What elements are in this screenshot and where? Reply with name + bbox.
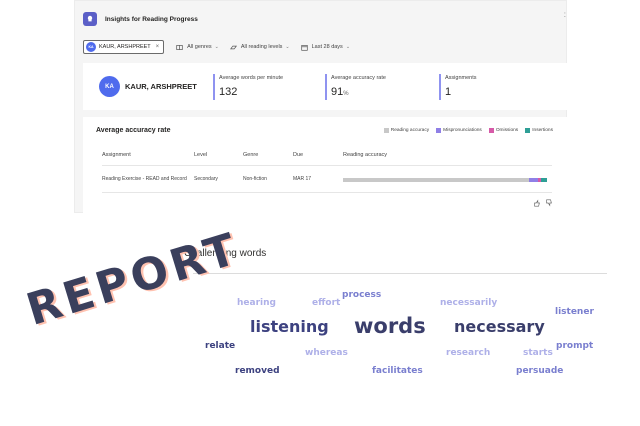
column-header-level[interactable]: Level [194,152,207,158]
legend-swatch [436,128,442,133]
date-range-filter-label: Last 28 days [311,44,343,50]
reading-accuracy-bar [343,178,547,182]
reading-level-filter[interactable]: All reading levels ⌄ [229,44,290,51]
books-icon [176,44,183,50]
metric-label: Average words per minute [219,75,284,81]
word-cloud-word: words [354,314,426,338]
cell-assignment: Reading Exercise - READ and Record [102,176,187,182]
cell-level: Secondary [194,176,218,182]
column-header-assignment[interactable]: Assignment [102,152,131,158]
metric-accuracy-rate: Average accuracy rate 91% [325,74,386,100]
legend-item: Reading accuracy [383,128,429,133]
word-cloud-word: listening [250,317,329,336]
metric-words-per-minute: Average words per minute 132 [213,74,283,100]
student-chip-name: KAUR, ARSHPREET [99,44,151,50]
legend-item: Omissions [488,128,518,133]
genre-filter[interactable]: All genres ⌄ [176,44,219,51]
word-cloud-word: hearing [237,298,276,308]
app-header: Insights for Reading Progress [83,11,198,27]
filter-bar: KA KAUR, ARSHPREET × All genres ⌄ All re… [83,39,361,55]
metric-label: Average accuracy rate [331,75,386,81]
chevron-down-icon: ⌄ [285,44,290,50]
chevron-down-icon: ⌄ [214,44,219,50]
date-range-filter[interactable]: Last 28 days ⌄ [300,44,351,51]
genre-filter-label: All genres [187,44,212,50]
app-title: Insights for Reading Progress [105,15,198,23]
insights-panel: Insights for Reading Progress : KA KAUR,… [74,0,567,213]
thumbs-down-icon[interactable] [545,199,553,207]
student-name: KAUR, ARSHPREET [125,82,197,91]
accuracy-card: Average accuracy rate Reading accuracy M… [83,117,567,213]
close-icon[interactable]: × [156,44,160,50]
calendar-icon [300,44,308,51]
column-header-genre[interactable]: Genre [243,152,258,158]
student-filter-chip[interactable]: KA KAUR, ARSHPREET × [83,40,165,54]
metric-value: 1 [445,86,452,98]
metric-label: Assignments [445,75,477,81]
insights-app-icon [83,12,97,26]
legend: Reading accuracy Mispronunciations Omiss… [377,128,553,133]
bar-segment-mispronunciations [528,178,538,182]
word-cloud-word: prompt [556,341,594,351]
word-cloud-word: process [342,290,382,300]
divider [102,165,552,166]
student-summary-card: KA KAUR, ARSHPREET Average words per min… [83,63,567,110]
metric-assignments: Assignments 1 [439,74,477,100]
feedback [529,199,553,207]
student-avatar: KA [86,42,96,52]
divider [102,192,552,193]
legend-item: Mispronunciations [436,128,482,133]
metric-value: 91% [331,86,349,98]
word-cloud-word: persuade [516,366,564,376]
word-cloud-word: effort [312,298,341,308]
word-cloud-word: research [446,348,491,358]
legend-swatch [383,128,389,133]
report-stamp: REPORT [20,222,246,336]
word-cloud-word: necessarily [440,298,498,308]
word-cloud-word: listener [555,307,594,317]
legend-item: Insertions [525,128,553,133]
column-header-reading-accuracy[interactable]: Reading accuracy [343,152,387,158]
chevron-down-icon: ⌄ [345,44,351,50]
level-icon [229,45,237,49]
bar-segment-insertions [540,178,547,182]
word-cloud-word: whereas [305,348,348,358]
column-header-due[interactable]: Due [293,152,303,158]
word-cloud-word: starts [523,348,553,358]
avatar: KA [99,76,120,97]
legend-swatch [488,128,494,133]
word-cloud-word: necessary [454,317,545,336]
reading-level-filter-label: All reading levels [240,44,283,50]
cell-due: MAR 17 [293,176,312,182]
thumbs-up-icon[interactable] [533,199,541,207]
word-cloud-word: relate [205,341,236,351]
word-cloud-word: removed [235,366,280,376]
cell-genre: Non-fiction [243,176,267,182]
word-cloud-word: facilitates [372,366,423,376]
more-options-icon[interactable]: : [564,11,566,19]
divider [193,273,607,274]
legend-swatch [525,128,531,133]
card-title: Average accuracy rate [96,127,171,134]
metric-value: 132 [219,86,238,98]
bar-segment-reading-accuracy [343,178,529,182]
